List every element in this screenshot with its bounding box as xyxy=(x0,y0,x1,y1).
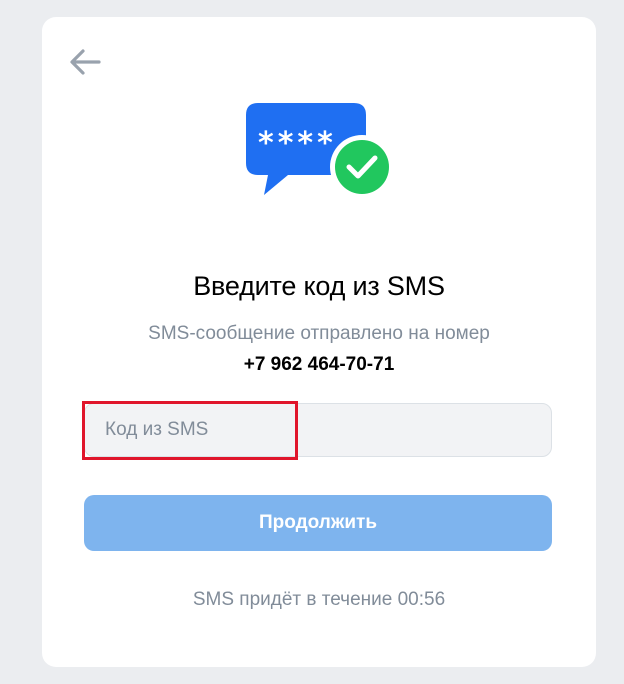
sms-code-field xyxy=(84,403,552,457)
resend-timer: SMS придёт в течение 00:56 xyxy=(192,589,446,610)
sms-confirmation-illustration: **** xyxy=(246,103,394,199)
continue-button[interactable]: Продолжить xyxy=(84,495,552,551)
sms-code-card: **** Введите код из SMS SMS-сообщение от… xyxy=(42,17,596,667)
check-circle-icon xyxy=(330,135,394,199)
sms-code-input[interactable] xyxy=(85,404,551,456)
back-button[interactable] xyxy=(68,47,102,77)
sms-sent-notice: SMS-сообщение отправлено на номер xyxy=(148,323,490,344)
arrow-left-icon xyxy=(70,49,101,75)
page-title: Введите код из SMS xyxy=(193,271,445,301)
masked-code-text: **** xyxy=(258,126,337,161)
phone-number: +7 962 464-70-71 xyxy=(243,354,395,375)
